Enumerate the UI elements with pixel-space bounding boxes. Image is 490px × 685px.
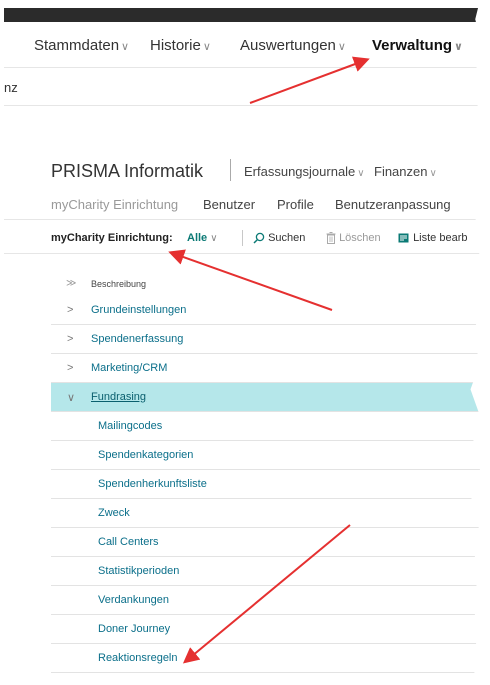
list-item[interactable]: Spendenkategorien xyxy=(51,441,480,470)
edit-list-button[interactable]: Liste bearb xyxy=(398,232,468,244)
list-item[interactable]: > Grundeinstellungen xyxy=(51,296,480,325)
chevron-down-icon: ∨ xyxy=(337,41,346,53)
delete-label: Löschen xyxy=(339,232,381,244)
delete-button[interactable]: Löschen xyxy=(326,232,381,245)
list-item[interactable]: Reaktionsregeln xyxy=(51,644,480,673)
filter-label: myCharity Einrichtung: xyxy=(51,232,173,244)
menu-historie[interactable]: Historie ∨ xyxy=(150,37,211,54)
list-item[interactable]: > Marketing/CRM xyxy=(51,354,480,383)
chevron-down-icon: ∨ xyxy=(210,233,218,244)
list-item-label[interactable]: Mailingcodes xyxy=(98,420,162,432)
sub-menu-bar: nz xyxy=(4,68,480,106)
collapse-all-icon[interactable]: ≫ xyxy=(66,278,76,289)
filter-dropdown[interactable]: Alle ∨ xyxy=(187,232,218,244)
menu-auswertungen[interactable]: Auswertungen ∨ xyxy=(240,37,346,54)
list-item-label[interactable]: Zweck xyxy=(98,507,130,519)
list-item-label[interactable]: Reaktionsregeln xyxy=(98,652,178,664)
list-item[interactable]: Verdankungen xyxy=(51,586,480,615)
header-divider xyxy=(230,159,231,181)
list-item[interactable]: ∨ Fundrasing xyxy=(51,383,480,412)
chevron-right-icon[interactable]: > xyxy=(67,362,73,374)
list-item-label[interactable]: Spendenkategorien xyxy=(98,449,193,461)
list-item[interactable]: > Spendenerfassung xyxy=(51,325,480,354)
app-header: PRISMA Informatik Erfassungsjournale ∨ Fi… xyxy=(4,150,480,190)
menu-label: Erfassungsjournale xyxy=(244,164,356,179)
navigation-tabs: myCharity Einrichtung Benutzer Profile B… xyxy=(4,190,480,220)
list-item-label[interactable]: Spendenerfassung xyxy=(91,333,183,345)
list-item[interactable]: Mailingcodes xyxy=(51,412,480,441)
menu-finanzen[interactable]: Finanzen ∨ xyxy=(374,164,437,179)
chevron-right-icon[interactable]: > xyxy=(67,304,73,316)
list-item-label[interactable]: Call Centers xyxy=(98,536,159,548)
search-icon xyxy=(253,232,265,244)
toolbar-divider xyxy=(242,230,243,246)
chevron-down-icon: ∨ xyxy=(202,41,211,53)
list-item[interactable]: Zweck xyxy=(51,499,480,528)
trash-icon xyxy=(326,232,336,245)
column-header-beschreibung[interactable]: Beschreibung xyxy=(91,279,146,289)
list-item-label[interactable]: Grundeinstellungen xyxy=(91,304,186,316)
list-item-label[interactable]: Verdankungen xyxy=(98,594,169,606)
tab-benutzer[interactable]: Benutzer xyxy=(203,197,255,212)
menu-label: Historie xyxy=(150,37,201,54)
edit-list-label: Liste bearb xyxy=(413,232,468,244)
tab-mycharity-einrichtung[interactable]: myCharity Einrichtung xyxy=(51,197,178,212)
filter-value: Alle xyxy=(187,232,208,244)
menu-stammdaten[interactable]: Stammdaten ∨ xyxy=(34,37,129,54)
chevron-right-icon[interactable]: > xyxy=(67,333,73,345)
chevron-down-icon: ∨ xyxy=(429,168,437,179)
action-toolbar: myCharity Einrichtung: Alle ∨ Suchen Lös… xyxy=(4,220,480,254)
list-item-label[interactable]: Doner Journey xyxy=(98,623,170,635)
menu-erfassungsjournale[interactable]: Erfassungsjournale ∨ xyxy=(244,164,365,179)
menu-label: Stammdaten xyxy=(34,37,120,54)
list-item-label[interactable]: Fundrasing xyxy=(91,391,146,403)
list-item-label[interactable]: Spendenherkunftsliste xyxy=(98,478,207,490)
search-button[interactable]: Suchen xyxy=(253,232,305,244)
menu-label: Auswertungen xyxy=(240,37,336,54)
list-item[interactable]: Doner Journey xyxy=(51,615,480,644)
truncated-submenu-text[interactable]: nz xyxy=(4,80,18,95)
chevron-down-icon: ∨ xyxy=(454,41,463,53)
company-name[interactable]: PRISMA Informatik xyxy=(51,161,203,182)
list-item[interactable]: Statistikperioden xyxy=(51,557,480,586)
list-item-label[interactable]: Statistikperioden xyxy=(98,565,179,577)
list-item[interactable]: Call Centers xyxy=(51,528,480,557)
tab-profile[interactable]: Profile xyxy=(277,197,314,212)
chevron-down-icon[interactable]: ∨ xyxy=(67,391,75,404)
app-title-bar xyxy=(4,8,480,22)
list-item-label[interactable]: Marketing/CRM xyxy=(91,362,167,374)
menu-label: Verwaltung xyxy=(372,37,453,54)
chevron-down-icon: ∨ xyxy=(357,168,365,179)
search-label: Suchen xyxy=(268,232,306,244)
setup-page-panel: PRISMA Informatik Erfassungsjournale ∨ Fi… xyxy=(4,150,480,682)
list-item[interactable]: Spendenherkunftsliste xyxy=(51,470,480,499)
top-menu-panel: Stammdaten ∨ Historie ∨ Auswertungen ∨ Verw… xyxy=(4,0,480,127)
menu-verwaltung[interactable]: Verwaltung ∨ xyxy=(372,37,463,54)
main-menu-bar: Stammdaten ∨ Historie ∨ Auswertungen ∨ Verw… xyxy=(4,22,480,68)
chevron-down-icon: ∨ xyxy=(121,41,130,53)
tab-benutzeranpassung[interactable]: Benutzeranpassung xyxy=(335,197,451,212)
edit-list-icon xyxy=(398,233,409,243)
menu-label: Finanzen xyxy=(374,164,428,179)
